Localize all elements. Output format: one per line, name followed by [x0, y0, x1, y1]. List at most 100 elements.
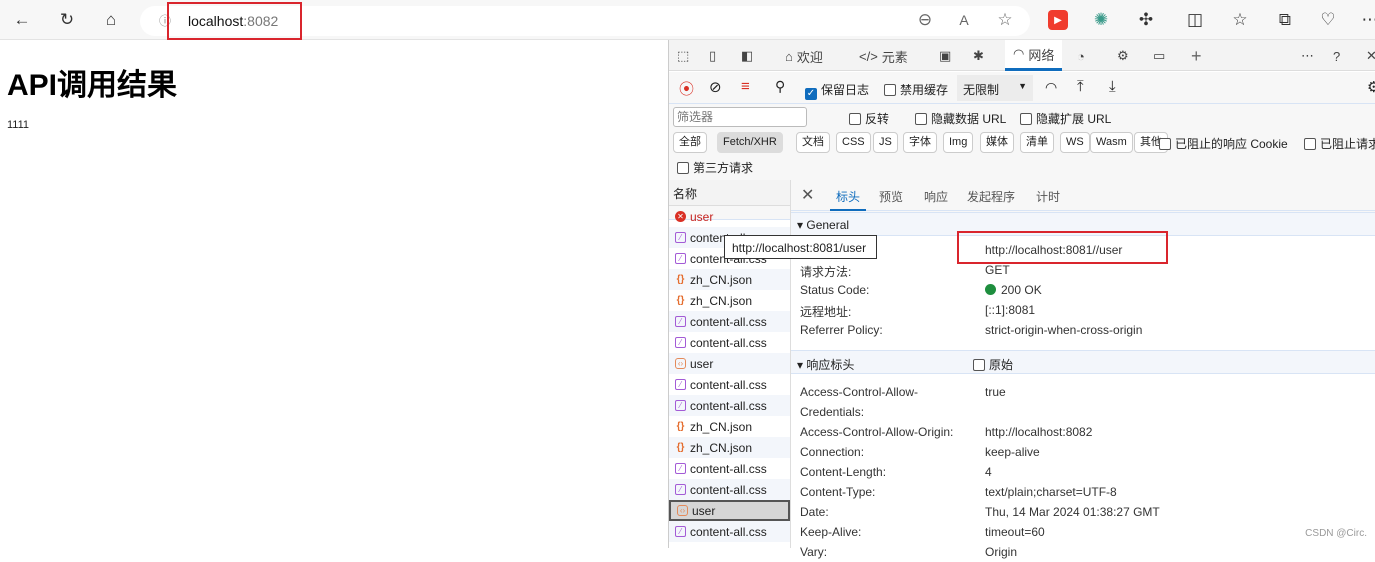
settings-icon[interactable]: ⚙: [1367, 78, 1375, 96]
more-icon[interactable]: ⋯: [1301, 46, 1314, 66]
throttle-select[interactable]: 无限制 ▼: [957, 75, 1033, 101]
zoom-out-icon[interactable]: ⊖: [915, 10, 935, 30]
name-column-header[interactable]: 名称: [669, 180, 790, 206]
dock-icon[interactable]: ◧: [741, 46, 753, 66]
tab-item-0[interactable]: ⌂ 欢迎: [785, 46, 823, 66]
checkbox[interactable]: [677, 162, 689, 174]
detail-tab[interactable]: 响应: [924, 188, 948, 205]
checkbox[interactable]: [1304, 138, 1316, 150]
request-row[interactable]: {} zh_CN.json: [669, 416, 790, 437]
upload-icon[interactable]: ⤒: [1077, 78, 1084, 95]
request-name: content-all.css: [690, 377, 767, 392]
detail-tab[interactable]: 预览: [879, 188, 903, 205]
clear-icon[interactable]: ⊘: [709, 78, 722, 96]
request-row[interactable]: ⁄ content-all.css: [669, 395, 790, 416]
request-row[interactable]: ⁄ content-all.css: [669, 521, 790, 542]
request-row[interactable]: ⁄ content-all.css: [669, 374, 790, 395]
favorite-star-icon[interactable]: ☆: [995, 10, 1015, 30]
type-filter-button[interactable]: Fetch/XHR: [717, 132, 783, 153]
tab-console[interactable]: ▣: [939, 46, 951, 66]
request-row[interactable]: ⁄ content-all.css: [669, 311, 790, 332]
page-title: API调用结果: [7, 69, 178, 102]
tab-cpu[interactable]: ⚙: [1117, 46, 1129, 66]
more-icon[interactable]: ⋯: [1360, 10, 1375, 30]
checkbox[interactable]: [884, 84, 896, 96]
split-screen-icon[interactable]: ◫: [1185, 10, 1205, 30]
health-icon[interactable]: ♡: [1318, 10, 1338, 30]
json-file-icon: {}: [676, 295, 685, 306]
checkbox[interactable]: [849, 113, 861, 125]
checkbox[interactable]: [973, 359, 985, 371]
video-extension-icon[interactable]: ▶: [1048, 10, 1068, 30]
request-row[interactable]: ⁄ content-all.css: [669, 479, 790, 500]
help-icon[interactable]: ?: [1333, 46, 1340, 66]
response-header-row: Date: Thu, 14 Mar 2024 01:38:27 GMT: [800, 502, 1160, 522]
filter-input[interactable]: [673, 107, 807, 127]
request-row[interactable]: ‹› user: [669, 500, 790, 521]
checkbox[interactable]: [1159, 138, 1171, 150]
request-row[interactable]: {} zh_CN.json: [669, 437, 790, 458]
tab-bug[interactable]: ✱: [973, 46, 984, 66]
response-header-row: Content-Length: 4: [800, 462, 992, 482]
request-row[interactable]: {} zh_CN.json: [669, 269, 790, 290]
collections-icon[interactable]: ⧉: [1275, 10, 1295, 30]
type-filter-button[interactable]: CSS: [836, 132, 871, 153]
device-icon[interactable]: ▯: [709, 46, 716, 66]
search-icon[interactable]: ⚲: [775, 78, 785, 95]
filter-icon[interactable]: ≡: [741, 78, 750, 95]
request-row[interactable]: ⁄ content-all.css: [669, 332, 790, 353]
detail-tab[interactable]: 发起程序: [967, 188, 1015, 205]
type-filter-button[interactable]: 文档: [796, 132, 830, 153]
detail-tab[interactable]: 计时: [1036, 188, 1060, 205]
back-icon[interactable]: ←: [12, 10, 32, 30]
performance-icon: ◔: [1077, 48, 1085, 64]
checkbox[interactable]: [1020, 113, 1032, 125]
third-party-checkbox[interactable]: 第三方请求: [677, 159, 753, 176]
refresh-icon[interactable]: ↻: [57, 10, 77, 30]
checkbox[interactable]: [915, 113, 927, 125]
add-tab-icon[interactable]: +: [1191, 46, 1202, 66]
type-filter-button[interactable]: WS: [1060, 132, 1090, 153]
home-icon[interactable]: ⌂: [101, 10, 121, 30]
highlight-box: [167, 2, 302, 40]
type-filter-button[interactable]: JS: [873, 132, 898, 153]
inspect-icon[interactable]: ⬚: [677, 46, 689, 66]
response-headers-section-header[interactable]: ▾ 响应标头 原始: [791, 350, 1375, 374]
read-aloud-icon[interactable]: A: [954, 10, 974, 30]
type-filter-button[interactable]: Wasm: [1090, 132, 1133, 153]
hide-data-url-checkbox[interactable]: 隐藏数据 URL: [915, 110, 1006, 127]
tab-application[interactable]: ▭: [1153, 46, 1165, 66]
raw-checkbox[interactable]: 原始: [973, 356, 1013, 373]
type-filter-button[interactable]: 清单: [1020, 132, 1054, 153]
header-value: keep-alive: [985, 445, 1040, 459]
type-filter-button[interactable]: Img: [943, 132, 974, 153]
tab-performance[interactable]: ◔: [1077, 46, 1085, 66]
type-filter-button[interactable]: 媒体: [980, 132, 1014, 153]
tab-item-4[interactable]: ◠ 网络: [1005, 40, 1063, 71]
disable-cache-checkbox[interactable]: 禁用缓存: [884, 81, 948, 98]
record-icon[interactable]: ⦿: [679, 78, 694, 99]
favorites-list-icon[interactable]: ☆: [1230, 10, 1250, 30]
tree-extension-icon[interactable]: ✺: [1091, 10, 1111, 30]
blocked-cookie-checkbox[interactable]: 已阻止的响应 Cookie: [1159, 135, 1288, 152]
hide-ext-url-checkbox[interactable]: 隐藏扩展 URL: [1020, 110, 1111, 127]
type-filter-button[interactable]: 全部: [673, 132, 707, 153]
request-row[interactable]: ‹› user: [669, 353, 790, 374]
header-name: 请求方法:: [800, 265, 852, 279]
close-icon[interactable]: ✕: [801, 185, 814, 205]
download-icon[interactable]: ⤓: [1109, 78, 1116, 95]
tab-item-1[interactable]: </> 元素: [859, 46, 908, 66]
request-row[interactable]: ✕ user: [669, 206, 790, 227]
detail-tab[interactable]: 标头: [830, 188, 867, 211]
close-icon[interactable]: ✕: [1366, 46, 1375, 66]
value-text: GET: [985, 263, 1010, 277]
preserve-log-checkbox[interactable]: ✓ 保留日志: [805, 81, 869, 100]
extensions-icon[interactable]: ✣: [1136, 10, 1156, 30]
checkbox[interactable]: ✓: [805, 88, 817, 100]
invert-checkbox[interactable]: 反转: [849, 110, 889, 127]
network-conditions-icon[interactable]: ◠: [1045, 79, 1057, 96]
type-filter-button[interactable]: 字体: [903, 132, 937, 153]
request-row[interactable]: {} zh_CN.json: [669, 290, 790, 311]
request-row[interactable]: ⁄ content-all.css: [669, 458, 790, 479]
blocked-requests-checkbox[interactable]: 已阻止请求: [1304, 135, 1375, 152]
